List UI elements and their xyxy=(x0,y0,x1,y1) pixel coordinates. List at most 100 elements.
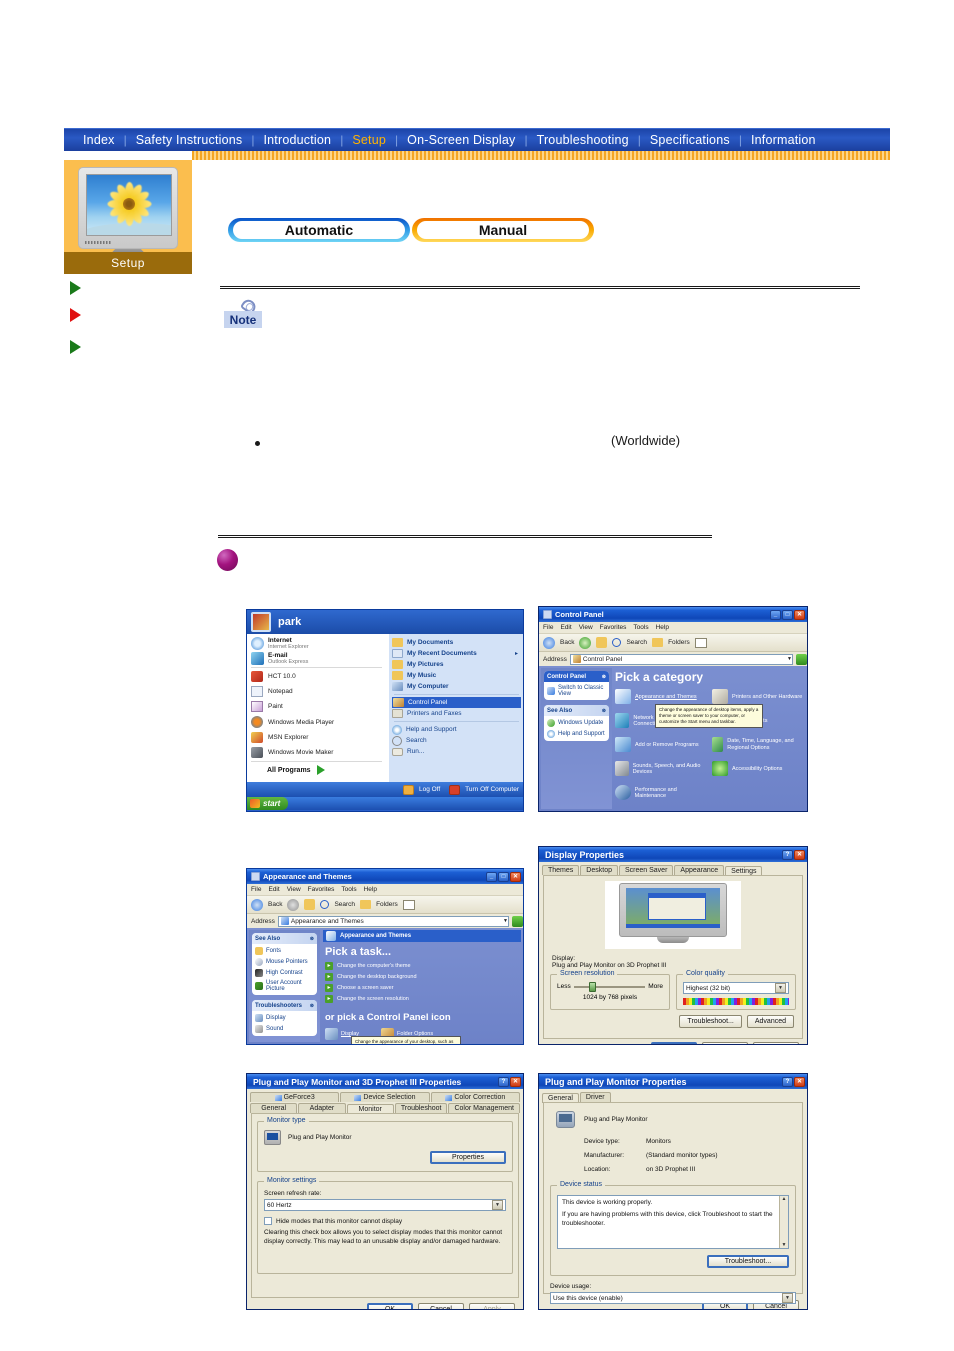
start-item-movie-maker[interactable]: Windows Movie Maker xyxy=(251,747,386,758)
marker-triangle-red[interactable] xyxy=(70,308,81,322)
start-item-msn-explorer[interactable]: MSN Explorer xyxy=(251,732,386,743)
tab-adapter[interactable]: Adapter xyxy=(298,1103,346,1113)
toolbar-search-label[interactable]: Search xyxy=(626,639,647,646)
appearance-close-button[interactable]: ✕ xyxy=(510,871,521,882)
start-button[interactable]: start xyxy=(247,797,289,810)
task-change-screen-resolution[interactable]: ▸ Change the screen resolution xyxy=(325,995,521,1003)
start-item-my-documents[interactable]: My Documents xyxy=(391,637,521,648)
appearance-back-icon[interactable] xyxy=(251,898,263,911)
menu-edit[interactable]: Edit xyxy=(560,624,571,631)
sidebar-item-fonts[interactable]: Fonts xyxy=(255,947,314,955)
appearance-menu-file[interactable]: File xyxy=(251,886,261,893)
device-usage-dropdown-icon[interactable]: ▼ xyxy=(782,1293,793,1303)
appearance-toolbar-search[interactable]: Search xyxy=(334,901,355,908)
category-add-or-remove-programs[interactable]: Add or Remove Programs xyxy=(615,737,708,752)
start-item-paint[interactable]: Paint xyxy=(251,701,386,712)
marker-triangle-green-1[interactable] xyxy=(70,281,81,295)
views-button-icon[interactable] xyxy=(694,637,707,648)
pnp-help-button[interactable]: ? xyxy=(782,1076,793,1087)
tab-general[interactable]: General xyxy=(250,1103,298,1113)
device-usage-combo[interactable]: Use this device (enable) ▼ xyxy=(550,1292,796,1304)
category-sounds-speech-audio[interactable]: Sounds, Speech, and Audio Devices xyxy=(615,761,708,776)
close-button[interactable]: ✕ xyxy=(794,609,805,620)
tab-pnp-driver[interactable]: Driver xyxy=(579,1092,611,1102)
adapter-close-button[interactable]: ✕ xyxy=(510,1076,521,1087)
appearance-collapse-icon[interactable]: ⊗ xyxy=(310,936,314,942)
monitor-properties-button[interactable]: Properties xyxy=(430,1151,506,1164)
menu-tools[interactable]: Tools xyxy=(633,624,648,631)
appearance-go-icon[interactable] xyxy=(512,915,523,927)
sidebar-item-high-contrast[interactable]: High Contrast xyxy=(255,969,314,977)
manual-button[interactable]: Manual xyxy=(412,218,594,242)
start-item-printers-and-faxes[interactable]: Printers and Faxes xyxy=(391,708,521,719)
back-button-icon[interactable] xyxy=(543,636,555,649)
start-item-my-computer[interactable]: My Computer xyxy=(391,681,521,692)
help-button[interactable]: ? xyxy=(782,849,793,860)
menu-help[interactable]: Help xyxy=(656,624,669,631)
start-item-hct[interactable]: HCT 10.0 xyxy=(251,671,386,682)
category-date-time-language-regional[interactable]: Date, Time, Language, and Regional Optio… xyxy=(712,737,805,752)
nav-item-specifications[interactable]: Specifications xyxy=(641,133,739,147)
color-quality-dropdown-icon[interactable]: ▼ xyxy=(775,983,786,993)
go-button-icon[interactable] xyxy=(796,653,807,665)
task-change-desktop-background[interactable]: ▸ Change the desktop background xyxy=(325,973,521,981)
appearance-menu-favorites[interactable]: Favorites xyxy=(308,886,335,893)
advanced-button[interactable]: Advanced xyxy=(746,1015,794,1028)
appearance-forward-icon[interactable] xyxy=(287,898,300,911)
pnp-close-button[interactable]: ✕ xyxy=(794,1076,805,1087)
refresh-rate-dropdown-icon[interactable]: ▼ xyxy=(492,1200,503,1210)
start-item-search[interactable]: Search xyxy=(391,735,521,746)
device-status-scrollbar[interactable]: ▲ ▼ xyxy=(779,1196,788,1248)
automatic-button[interactable]: Automatic xyxy=(228,218,410,242)
nav-item-information[interactable]: Information xyxy=(742,133,825,147)
nav-item-introduction[interactable]: Introduction xyxy=(254,133,340,147)
scroll-up-icon[interactable]: ▲ xyxy=(782,1196,787,1202)
sidebar-item-mouse-pointers[interactable]: Mouse Pointers xyxy=(255,958,314,966)
start-item-internet[interactable]: Internet Internet Explorer xyxy=(251,637,386,650)
resolution-slider[interactable] xyxy=(573,981,646,992)
scroll-down-icon[interactable]: ▼ xyxy=(782,1242,787,1248)
address-dropdown-icon[interactable]: ▼ xyxy=(787,656,792,662)
appearance-address-dropdown-icon[interactable]: ▼ xyxy=(503,918,508,924)
appearance-menu-tools[interactable]: Tools xyxy=(341,886,356,893)
tab-geforce3[interactable]: GeForce3 xyxy=(250,1092,340,1102)
hide-modes-checkbox[interactable] xyxy=(264,1217,272,1225)
tab-appearance[interactable]: Appearance xyxy=(674,865,725,875)
toolbar-back-label[interactable]: Back xyxy=(560,639,574,646)
start-item-help-and-support[interactable]: Help and Support xyxy=(391,724,521,735)
collapse-icon[interactable]: ⊗ xyxy=(602,674,606,680)
display-ok-button[interactable]: OK xyxy=(651,1042,697,1044)
minimize-button[interactable]: _ xyxy=(770,609,781,620)
log-off-icon[interactable] xyxy=(402,784,414,795)
start-item-run[interactable]: Run... xyxy=(391,746,521,757)
folder-up-icon[interactable] xyxy=(596,637,608,648)
task-change-theme[interactable]: ▸ Change the computer's theme xyxy=(325,962,521,970)
adapter-help-button[interactable]: ? xyxy=(498,1076,509,1087)
maximize-button[interactable]: □ xyxy=(782,609,793,620)
sidebar-item-display[interactable]: Display xyxy=(255,1014,314,1022)
sidebar-item-sound[interactable]: Sound xyxy=(255,1025,314,1033)
start-item-control-panel[interactable]: Control Panel xyxy=(391,697,521,708)
appearance-collapse-icon-2[interactable]: ⊗ xyxy=(310,1003,314,1009)
nav-item-setup[interactable]: Setup xyxy=(343,133,395,147)
address-input[interactable]: Control Panel ▼ xyxy=(569,653,793,665)
tab-themes[interactable]: Themes xyxy=(542,865,580,875)
appearance-up-icon[interactable] xyxy=(304,899,316,910)
start-item-media-player[interactable]: Windows Media Player xyxy=(251,716,386,728)
folders-toolbar-icon[interactable] xyxy=(652,638,664,647)
appearance-address-input[interactable]: Appearance and Themes ▼ xyxy=(277,915,509,927)
pnp-troubleshoot-button[interactable]: Troubleshoot... xyxy=(707,1255,789,1268)
menu-file[interactable]: File xyxy=(543,624,553,631)
appearance-toolbar-folders[interactable]: Folders xyxy=(376,901,398,908)
tab-troubleshoot[interactable]: Troubleshoot xyxy=(394,1103,448,1113)
category-accessibility-options[interactable]: Accessibility Options xyxy=(712,761,805,776)
tab-desktop[interactable]: Desktop xyxy=(580,865,618,875)
display-cancel-button[interactable]: Cancel xyxy=(702,1042,748,1044)
slider-thumb[interactable] xyxy=(589,981,597,992)
collapse-icon-2[interactable]: ⊗ xyxy=(602,708,606,714)
sidebar-item-help-and-support[interactable]: Help and Support xyxy=(547,730,606,738)
troubleshoot-button[interactable]: Troubleshoot... xyxy=(679,1015,742,1028)
appearance-menu-help[interactable]: Help xyxy=(364,886,377,893)
tab-color-correction[interactable]: Color Correction xyxy=(430,1092,520,1102)
start-item-my-music[interactable]: My Music xyxy=(391,670,521,681)
